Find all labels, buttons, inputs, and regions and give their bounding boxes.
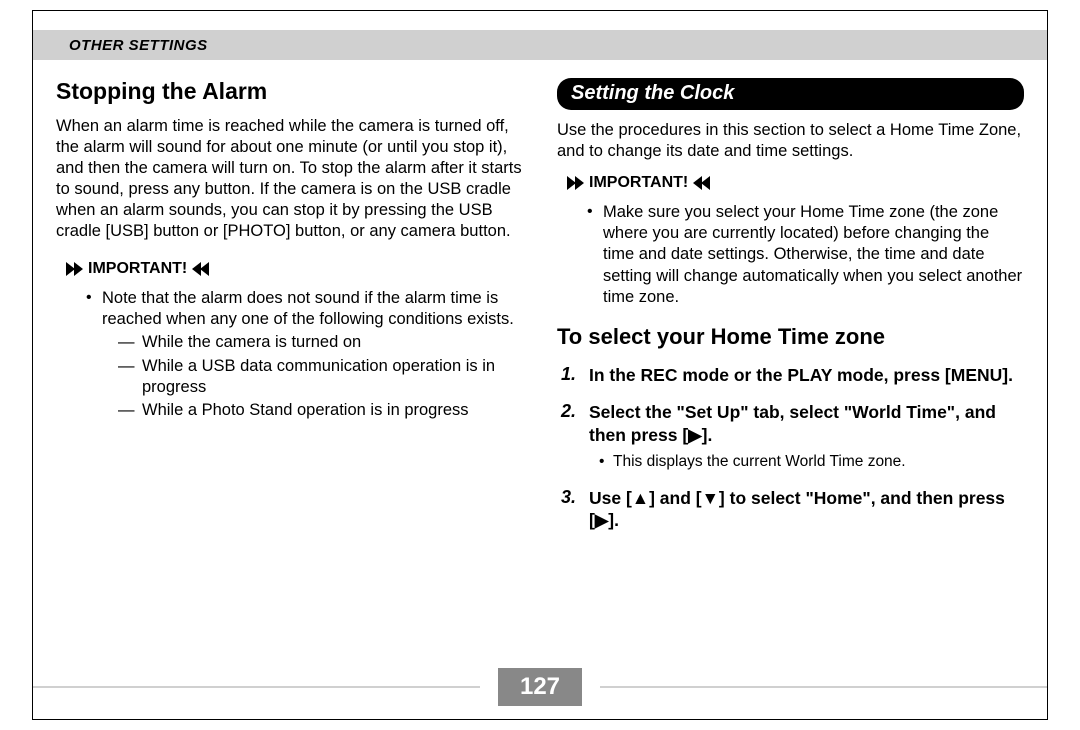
- clock-intro: Use the procedures in this section to se…: [557, 120, 1024, 162]
- important-bullet-list-left: Note that the alarm does not sound if th…: [56, 288, 523, 421]
- header-bar: OTHER SETTINGS: [33, 30, 1047, 60]
- bullet-item: Make sure you select your Home Time zone…: [587, 202, 1024, 308]
- step-text: Use [▲] and [▼] to select "Home", and th…: [589, 487, 1024, 533]
- step-item: Use [▲] and [▼] to select "Home", and th…: [561, 487, 1024, 533]
- step-text: In the REC mode or the PLAY mode, press …: [589, 364, 1024, 387]
- step-item: Select the "Set Up" tab, select "World T…: [561, 401, 1024, 473]
- triangle-left-icon: [193, 262, 209, 276]
- right-column: Setting the Clock Use the procedures in …: [557, 78, 1024, 650]
- page-number: 127: [498, 668, 582, 706]
- left-column: Stopping the Alarm When an alarm time is…: [56, 78, 523, 650]
- step-note-list: This displays the current World Time zon…: [589, 452, 1024, 472]
- heading-stopping-alarm: Stopping the Alarm: [56, 78, 523, 106]
- dash-item: While the camera is turned on: [118, 332, 523, 353]
- step-note: This displays the current World Time zon…: [599, 452, 1024, 472]
- dash-item: While a Photo Stand operation is in prog…: [118, 400, 523, 421]
- triangle-right-icon: [567, 176, 583, 190]
- dash-list: While the camera is turned on While a US…: [102, 332, 523, 420]
- important-label-right: IMPORTANT!: [589, 174, 688, 192]
- footer: 127: [33, 668, 1047, 706]
- triangle-right-icon: [66, 262, 82, 276]
- important-callout-left: IMPORTANT!: [56, 260, 523, 278]
- section-pill-clock: Setting the Clock: [557, 78, 1024, 110]
- content-columns: Stopping the Alarm When an alarm time is…: [56, 78, 1024, 650]
- header-section-label: OTHER SETTINGS: [69, 37, 208, 54]
- bullet-text: Note that the alarm does not sound if th…: [102, 289, 514, 328]
- step-text: Select the "Set Up" tab, select "World T…: [589, 401, 1024, 447]
- alarm-paragraph: When an alarm time is reached while the …: [56, 116, 523, 243]
- heading-select-home-tz: To select your Home Time zone: [557, 324, 1024, 350]
- important-callout-right: IMPORTANT!: [557, 174, 1024, 192]
- important-label-left: IMPORTANT!: [88, 260, 187, 278]
- dash-item: While a USB data communication operation…: [118, 356, 523, 398]
- triangle-left-icon: [694, 176, 710, 190]
- steps-list: In the REC mode or the PLAY mode, press …: [557, 364, 1024, 532]
- important-bullet-list-right: Make sure you select your Home Time zone…: [557, 202, 1024, 308]
- step-item: In the REC mode or the PLAY mode, press …: [561, 364, 1024, 387]
- footer-rule-right: [600, 686, 1047, 688]
- bullet-item: Note that the alarm does not sound if th…: [86, 288, 523, 421]
- footer-rule-left: [33, 686, 480, 688]
